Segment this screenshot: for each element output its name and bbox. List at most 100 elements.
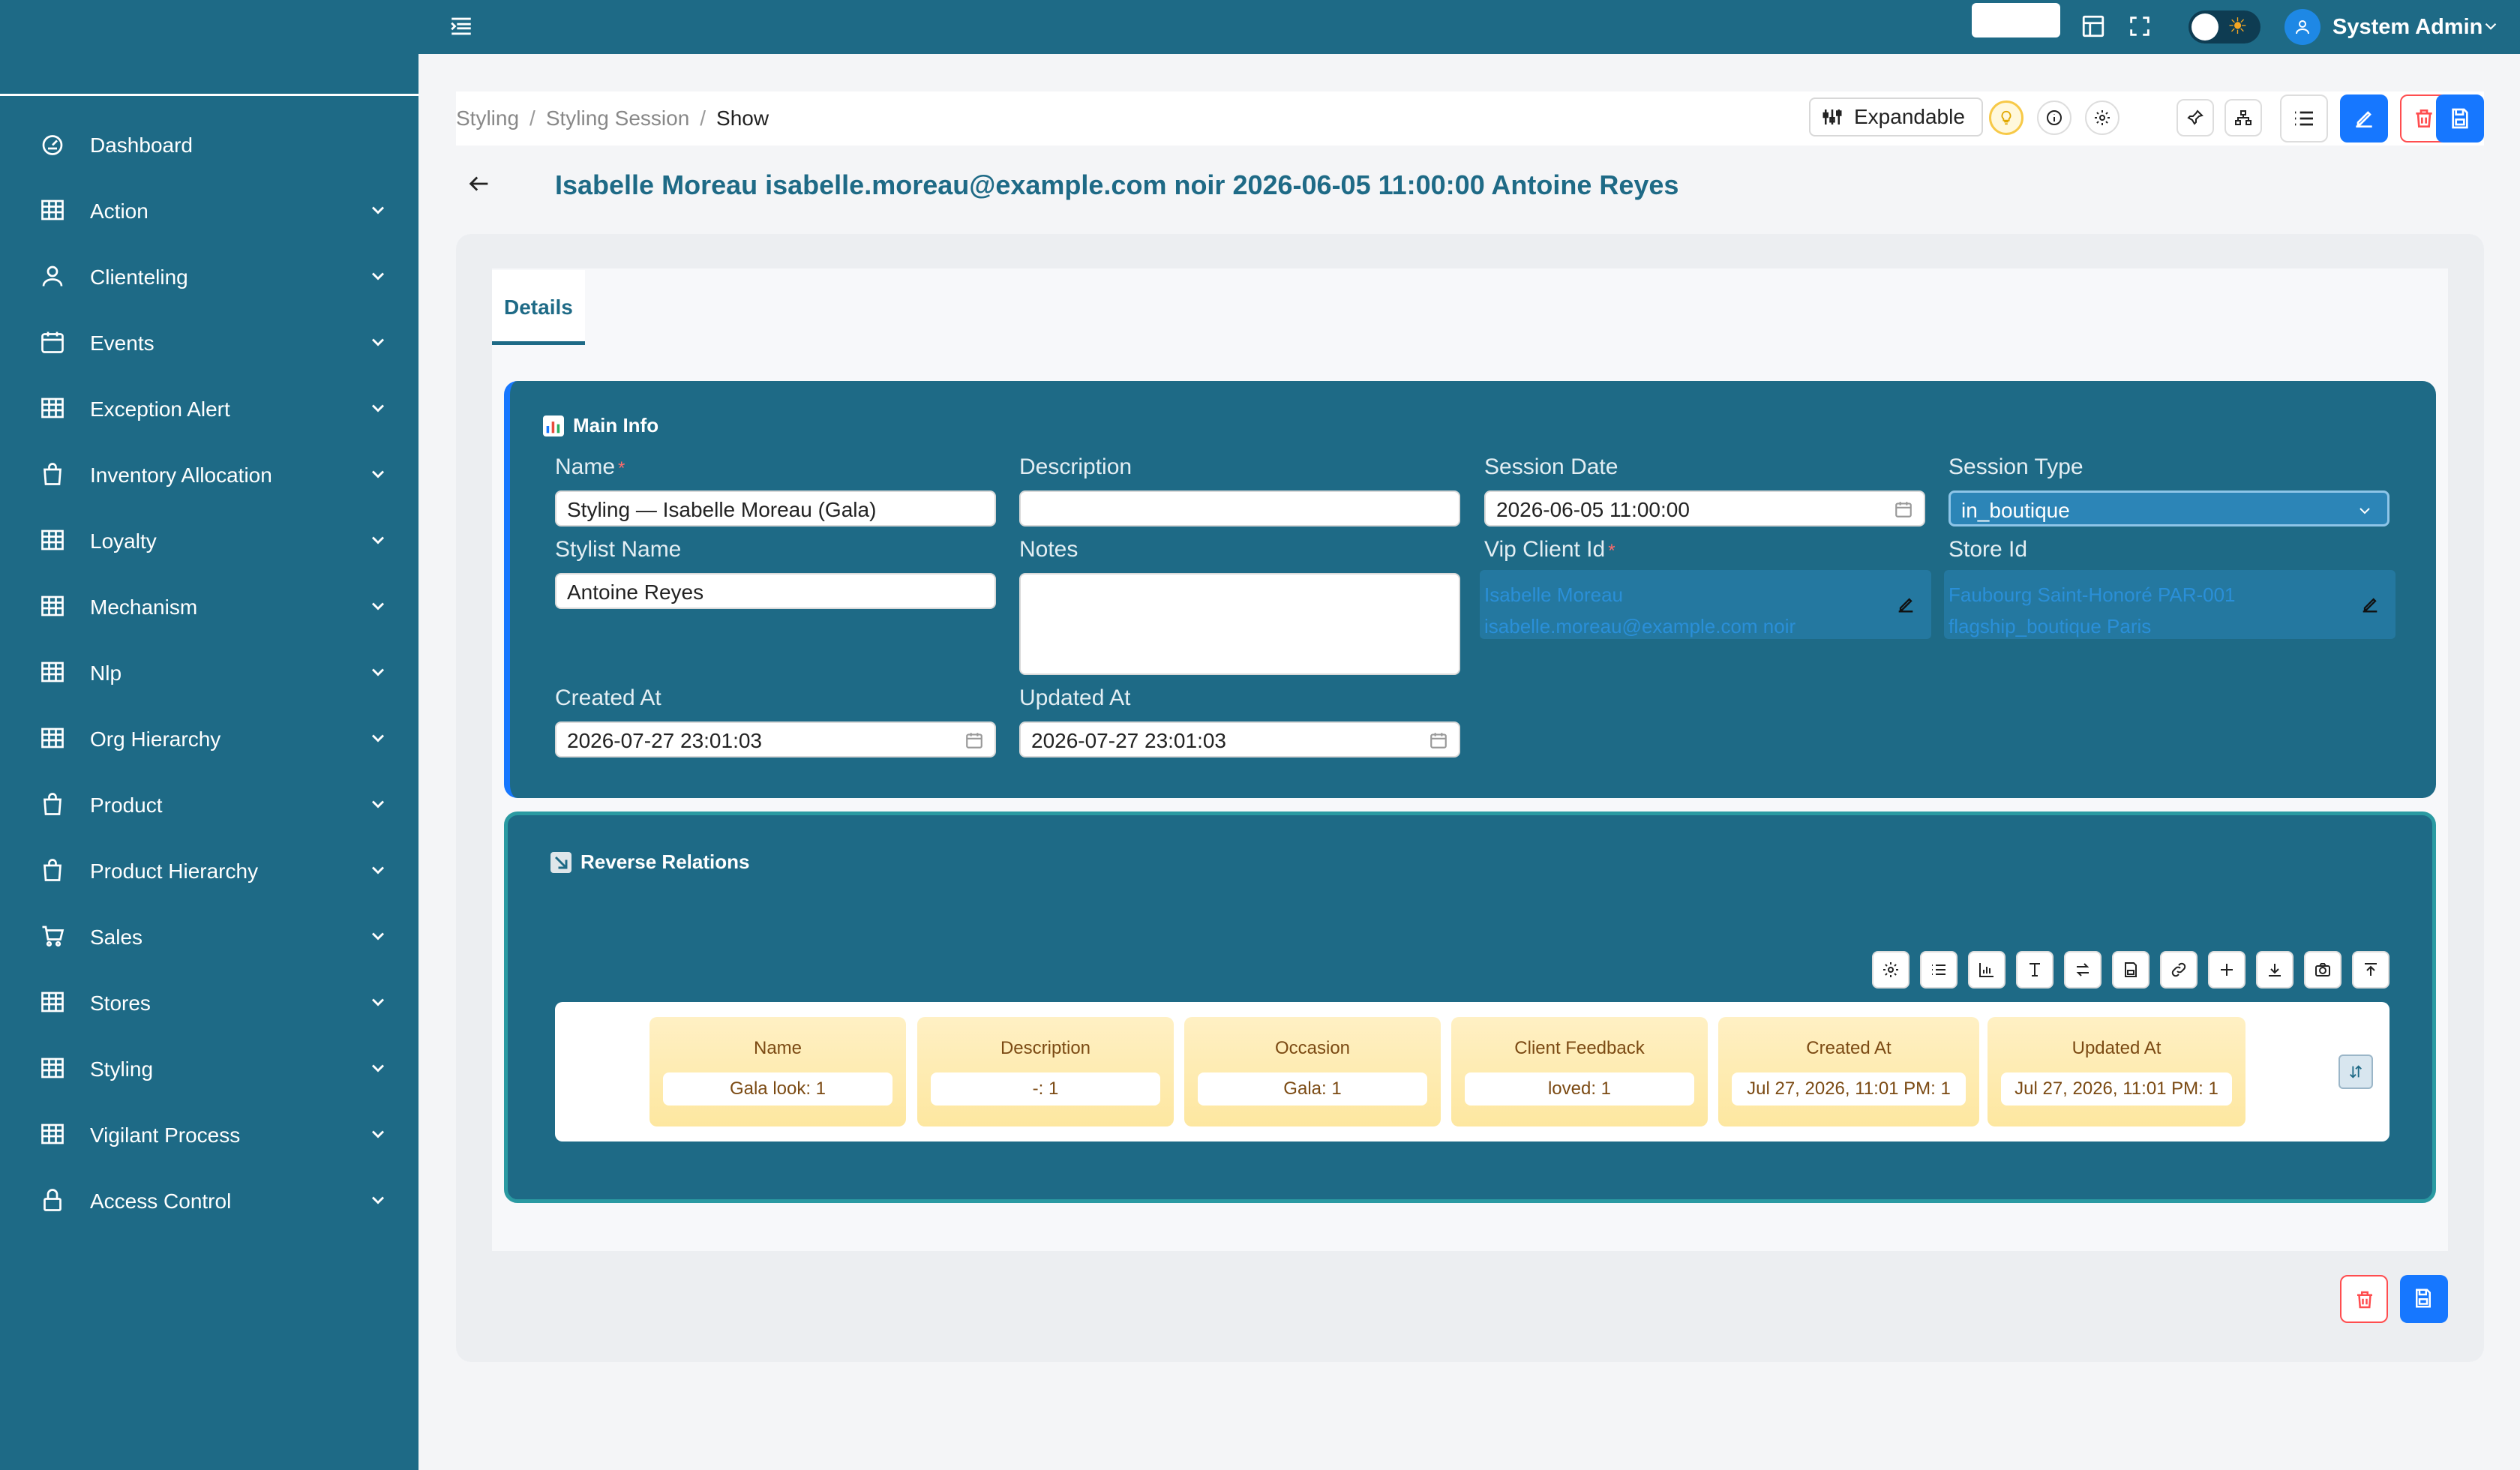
- notes-textarea[interactable]: [1019, 573, 1460, 675]
- fullscreen-icon[interactable]: [2127, 14, 2152, 39]
- sidebar-item-inventory-allocation[interactable]: Inventory Allocation: [0, 447, 418, 501]
- footer-save-button[interactable]: [2400, 1275, 2448, 1323]
- expandable-button[interactable]: Expandable: [1809, 98, 1983, 136]
- plus-tool-button[interactable]: [2208, 951, 2246, 988]
- store-link[interactable]: Faubourg Saint-Honoré PAR-001 flagship_bo…: [1948, 579, 2236, 642]
- column-value-chip[interactable]: Jul 27, 2026, 11:01 PM: 1: [1732, 1072, 1966, 1106]
- column-value-chip[interactable]: Gala look: 1: [663, 1072, 892, 1106]
- sidebar-item-mechanism[interactable]: Mechanism: [0, 579, 418, 633]
- theme-toggle[interactable]: ☀: [2188, 10, 2260, 44]
- created-at-input[interactable]: 2026-07-27 23:01:03: [555, 722, 996, 758]
- link-tool-button[interactable]: [2160, 951, 2198, 988]
- column-value-chip[interactable]: loved: 1: [1465, 1072, 1694, 1106]
- sidebar-item-label: Product Hierarchy: [90, 860, 259, 883]
- save-button[interactable]: [2436, 94, 2484, 142]
- save-icon: [2416, 1288, 2431, 1308]
- sidebar-item-dashboard[interactable]: Dashboard: [0, 117, 418, 171]
- stylist-name-input[interactable]: Antoine Reyes: [555, 573, 996, 609]
- store-relation[interactable]: Faubourg Saint-Honoré PAR-001 flagship_bo…: [1944, 570, 2396, 639]
- sidebar-item-loyalty[interactable]: Loyalty: [0, 513, 418, 567]
- name-input[interactable]: Styling — Isabelle Moreau (Gala): [555, 490, 996, 526]
- download-tool-button[interactable]: [2256, 951, 2294, 988]
- user-avatar[interactable]: [2284, 9, 2320, 45]
- breadcrumb-item[interactable]: Styling Session: [546, 106, 689, 130]
- tab-details[interactable]: Details: [492, 270, 585, 345]
- settings-icon[interactable]: [2085, 100, 2120, 135]
- edit-relation-icon[interactable]: [2360, 594, 2380, 615]
- session-type-select[interactable]: in_boutique: [1948, 490, 2390, 526]
- calendar-icon[interactable]: [964, 730, 984, 750]
- sidebar-item-label: Loyalty: [90, 530, 157, 553]
- calendar-icon[interactable]: [1429, 730, 1448, 750]
- sidebar-item-product[interactable]: Product: [0, 777, 418, 831]
- sidebar-item-label: Vigilant Process: [90, 1124, 241, 1147]
- calendar-icon[interactable]: [1894, 500, 1913, 519]
- info-icon[interactable]: [2037, 100, 2072, 135]
- list-tool-button[interactable]: [1920, 951, 1958, 988]
- sidebar-item-vigilant-process[interactable]: Vigilant Process: [0, 1107, 418, 1161]
- pin-button[interactable]: [2176, 99, 2214, 136]
- camera-tool-button[interactable]: [2304, 951, 2342, 988]
- user-menu-chevron-icon[interactable]: [2481, 16, 2500, 36]
- table-icon: [41, 1124, 64, 1144]
- list-icon: [2295, 111, 2313, 126]
- sidebar-item-label: Clienteling: [90, 266, 188, 289]
- sidebar-item-label: Stores: [90, 992, 151, 1015]
- hierarchy-button[interactable]: [2224, 99, 2262, 136]
- column-value-chip[interactable]: -: 1: [931, 1072, 1160, 1106]
- bar-chart-tool-button[interactable]: [1968, 951, 2006, 988]
- relation-column[interactable]: Updated At Jul 27, 2026, 11:01 PM: 1: [1988, 1017, 2246, 1126]
- vip-client-link[interactable]: Isabelle Moreau isabelle.moreau@example.c…: [1484, 579, 1796, 642]
- chevron-down-icon: [371, 800, 385, 808]
- save-icon: [2125, 962, 2137, 977]
- sidebar-item-org-hierarchy[interactable]: Org Hierarchy: [0, 711, 418, 765]
- calendar-icon: [41, 332, 64, 353]
- relation-column[interactable]: Description -: 1: [917, 1017, 1174, 1126]
- list-button[interactable]: [2280, 94, 2328, 142]
- chevron-down-icon: [371, 470, 385, 478]
- upload-tool-button[interactable]: [2352, 951, 2390, 988]
- lightbulb-icon[interactable]: [1989, 100, 2024, 135]
- gear-tool-button[interactable]: [1872, 951, 1910, 988]
- chevron-down-icon: [371, 668, 385, 676]
- swap-tool-button[interactable]: [2064, 951, 2102, 988]
- sidebar-item-exception-alert[interactable]: Exception Alert: [0, 381, 418, 435]
- relation-column[interactable]: Occasion Gala: 1: [1184, 1017, 1441, 1126]
- menu-toggle-icon[interactable]: [448, 14, 474, 39]
- sidebar-item-sales[interactable]: Sales: [0, 909, 418, 963]
- expandable-label: Expandable: [1854, 105, 1965, 128]
- breadcrumb-item[interactable]: Styling: [456, 106, 519, 130]
- relation-column[interactable]: Created At Jul 27, 2026, 11:01 PM: 1: [1718, 1017, 1979, 1126]
- footer-delete-button[interactable]: [2340, 1275, 2388, 1323]
- sidebar-item-access-control[interactable]: Access Control: [0, 1173, 418, 1227]
- updated-at-input[interactable]: 2026-07-27 23:01:03: [1019, 722, 1460, 758]
- layout-icon[interactable]: [2080, 14, 2106, 39]
- sidebar-item-product-hierarchy[interactable]: Product Hierarchy: [0, 843, 418, 897]
- vip-client-relation[interactable]: Isabelle Moreau isabelle.moreau@example.c…: [1480, 570, 1931, 639]
- column-value-chip[interactable]: Jul 27, 2026, 11:01 PM: 1: [2001, 1072, 2232, 1106]
- sidebar-item-stores[interactable]: Stores: [0, 975, 418, 1029]
- gear-icon: [1883, 962, 1898, 977]
- relation-column[interactable]: Name Gala look: 1: [650, 1017, 906, 1126]
- edit-button[interactable]: [2340, 94, 2388, 142]
- chevron-down-icon: [371, 734, 385, 742]
- edit-relation-icon[interactable]: [1895, 594, 1916, 615]
- relation-column[interactable]: Client Feedback loved: 1: [1451, 1017, 1708, 1126]
- trash-icon: [2357, 1291, 2372, 1309]
- description-input[interactable]: [1019, 490, 1460, 526]
- sidebar-item-nlp[interactable]: Nlp: [0, 645, 418, 699]
- chevron-down-icon: [371, 206, 385, 214]
- save-tool-button[interactable]: [2112, 951, 2150, 988]
- sidebar-item-label: Styling: [90, 1058, 154, 1081]
- sort-button[interactable]: [2338, 1054, 2373, 1089]
- session-date-input[interactable]: 2026-06-05 11:00:00: [1484, 490, 1925, 526]
- sidebar-item-clienteling[interactable]: Clienteling: [0, 249, 418, 303]
- top-search-box[interactable]: [1972, 3, 2060, 38]
- sidebar-item-styling[interactable]: Styling: [0, 1041, 418, 1095]
- sidebar-item-action[interactable]: Action: [0, 183, 418, 237]
- column-value-chip[interactable]: Gala: 1: [1198, 1072, 1427, 1106]
- back-arrow-icon[interactable]: [466, 171, 492, 196]
- text-height-tool-button[interactable]: [2016, 951, 2054, 988]
- user-name[interactable]: System Admin: [2332, 15, 2482, 40]
- sidebar-item-events[interactable]: Events: [0, 315, 418, 369]
